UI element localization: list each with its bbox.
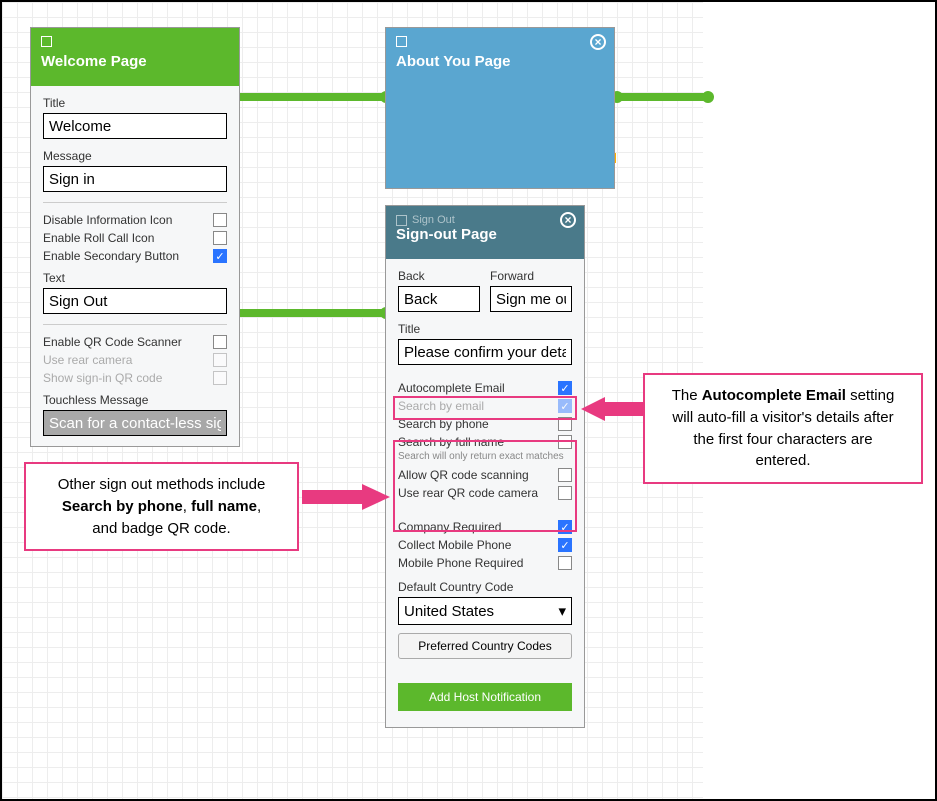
welcome-header[interactable]: Welcome Page	[31, 28, 239, 86]
close-icon[interactable]: ×	[590, 34, 606, 50]
disable-info-checkbox[interactable]	[213, 213, 227, 227]
use-rear-checkbox[interactable]	[213, 353, 227, 367]
message-input[interactable]	[43, 166, 227, 192]
default-country-label: Default Country Code	[398, 580, 572, 594]
message-label: Message	[43, 149, 227, 163]
text-label: Text	[43, 271, 227, 285]
enable-rollcall-label: Enable Roll Call Icon	[43, 231, 154, 245]
signout-title-label: Title	[398, 322, 572, 336]
signout-tab-label: Sign Out	[412, 214, 455, 226]
use-rear-qr-label: Use rear QR code camera	[398, 486, 538, 500]
page-icon	[396, 215, 407, 226]
search-fullname-sub: Search will only return exact matches	[398, 451, 572, 462]
collect-mobile-checkbox[interactable]: ✓	[558, 538, 572, 552]
mobile-required-checkbox[interactable]	[558, 556, 572, 570]
autocomplete-email-label: Autocomplete Email	[398, 381, 505, 395]
page-icon	[396, 36, 407, 47]
default-country-select[interactable]: United States ▾	[398, 597, 572, 625]
disable-info-label: Disable Information Icon	[43, 213, 172, 227]
allow-qr-checkbox[interactable]	[558, 468, 572, 482]
search-phone-checkbox[interactable]	[558, 417, 572, 431]
autocomplete-email-checkbox[interactable]: ✓	[558, 381, 572, 395]
signout-header[interactable]: Sign Out Sign-out Page ×	[386, 206, 584, 259]
title-label: Title	[43, 96, 227, 110]
search-fullname-label: Search by full name	[398, 435, 504, 449]
enable-rollcall-checkbox[interactable]	[213, 231, 227, 245]
search-phone-label: Search by phone	[398, 417, 489, 431]
arrow-left-icon	[579, 396, 645, 422]
close-icon[interactable]: ×	[560, 212, 576, 228]
connector	[615, 93, 710, 101]
use-rear-label: Use rear camera	[43, 353, 132, 367]
search-fullname-checkbox[interactable]	[558, 435, 572, 449]
back-label: Back	[398, 269, 480, 283]
signout-title: Sign-out Page	[396, 226, 497, 243]
callout-right: The Autocomplete Email setting will auto…	[643, 373, 923, 484]
about-title: About You Page	[396, 53, 510, 70]
forward-input[interactable]	[490, 286, 572, 312]
default-country-value: United States	[404, 603, 494, 620]
touchless-label: Touchless Message	[43, 393, 227, 407]
welcome-node: Welcome Page Title Message Disable Infor…	[30, 27, 240, 447]
add-host-notification-button[interactable]: Add Host Notification	[398, 683, 572, 711]
back-input[interactable]	[398, 286, 480, 312]
text-input[interactable]	[43, 288, 227, 314]
arrow-right-icon	[302, 482, 392, 512]
forward-label: Forward	[490, 269, 572, 283]
enable-secondary-label: Enable Secondary Button	[43, 249, 179, 263]
signout-title-input[interactable]	[398, 339, 572, 365]
about-header[interactable]: About You Page ×	[386, 28, 614, 188]
enable-secondary-checkbox[interactable]: ✓	[213, 249, 227, 263]
company-required-checkbox[interactable]: ✓	[558, 520, 572, 534]
enable-qr-label: Enable QR Code Scanner	[43, 335, 182, 349]
connector	[228, 93, 388, 101]
callout-left: Other sign out methods include Search by…	[24, 462, 299, 551]
collect-mobile-label: Collect Mobile Phone	[398, 538, 511, 552]
company-required-label: Company Required	[398, 520, 501, 534]
welcome-title: Welcome Page	[41, 53, 147, 70]
enable-qr-checkbox[interactable]	[213, 335, 227, 349]
title-input[interactable]	[43, 113, 227, 139]
show-signin-qr-label: Show sign-in QR code	[43, 371, 162, 385]
preferred-country-codes-button[interactable]: Preferred Country Codes	[398, 633, 572, 659]
search-email-label: Search by email	[398, 399, 484, 413]
show-signin-qr-checkbox[interactable]	[213, 371, 227, 385]
page-icon	[41, 36, 52, 47]
signout-node: Sign Out Sign-out Page × Back Forward Ti…	[385, 205, 585, 728]
mobile-required-label: Mobile Phone Required	[398, 556, 523, 570]
touchless-input[interactable]	[43, 410, 227, 436]
search-email-checkbox[interactable]: ✓	[558, 399, 572, 413]
chevron-down-icon: ▾	[558, 602, 566, 620]
allow-qr-label: Allow QR code scanning	[398, 468, 529, 482]
use-rear-qr-checkbox[interactable]	[558, 486, 572, 500]
about-node[interactable]: About You Page ×	[385, 27, 615, 189]
